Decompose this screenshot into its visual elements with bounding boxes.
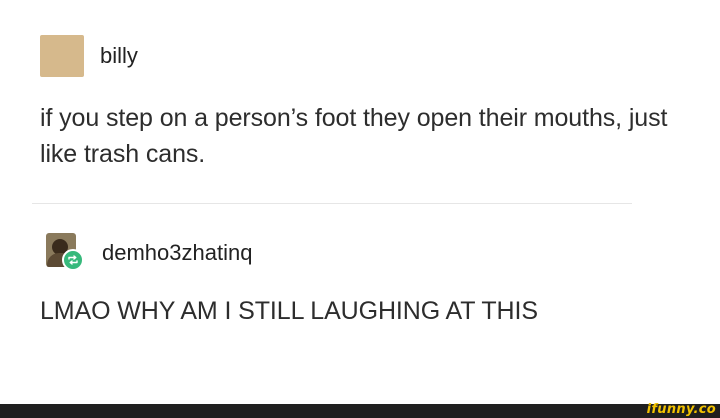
avatar[interactable] xyxy=(40,231,86,275)
author-row: billy xyxy=(40,34,680,78)
watermark-logo: ifunny.co xyxy=(646,402,716,417)
footer-bar xyxy=(0,404,720,418)
divider xyxy=(32,203,632,204)
username-link[interactable]: billy xyxy=(100,43,138,69)
post-text: LMAO WHY AM I STILL LAUGHING AT THIS xyxy=(40,297,538,325)
post-block-reblog: demho3zhatinq LMAO WHY AM I STILL LAUGHI… xyxy=(40,231,680,329)
post-text: if you step on a person’s foot they open… xyxy=(40,104,668,168)
author-row: demho3zhatinq xyxy=(40,231,680,275)
post-block-original: billy if you step on a person’s foot the… xyxy=(40,34,680,172)
avatar[interactable] xyxy=(40,35,84,77)
reblog-icon xyxy=(62,249,84,271)
post-container: billy if you step on a person’s foot the… xyxy=(0,0,720,404)
username-link[interactable]: demho3zhatinq xyxy=(102,240,252,266)
